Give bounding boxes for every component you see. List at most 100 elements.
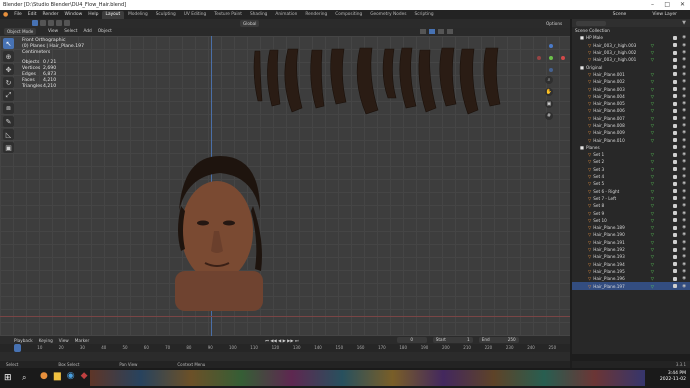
exclude-checkbox[interactable] [673, 254, 677, 259]
visibility-eye-icon[interactable]: ◉ [682, 174, 686, 179]
visibility-eye-icon[interactable]: ◉ [682, 276, 686, 281]
visibility-eye-icon[interactable]: ◉ [682, 196, 686, 201]
menu-add[interactable]: Add [83, 28, 91, 35]
exclude-checkbox[interactable] [673, 79, 677, 84]
outliner-object[interactable]: ▽ Set 5 ▽ ◉ [572, 180, 690, 187]
hair-cards-row[interactable] [250, 46, 520, 126]
menu-edit[interactable]: Edit [25, 12, 40, 17]
exclude-checkbox[interactable] [673, 181, 677, 186]
outliner-object[interactable]: ▽ Hair_Plane.196 ▽ ◉ [572, 275, 690, 282]
exclude-checkbox[interactable] [673, 167, 677, 172]
outliner-object[interactable]: ▽ Hair_003_r_high.003 ▽ ◉ [572, 42, 690, 49]
exclude-checkbox[interactable] [673, 269, 677, 274]
visibility-eye-icon[interactable]: ◉ [682, 72, 686, 77]
camera-icon[interactable]: ▣ [545, 100, 553, 108]
outliner-collection[interactable]: ■ Original ◉ [572, 63, 690, 70]
app-icon[interactable]: ◆ [81, 371, 88, 381]
taskbar-clock[interactable]: 3:44 PM 2022-11-02 [660, 371, 686, 383]
exclude-checkbox[interactable] [673, 116, 677, 121]
exclude-checkbox[interactable] [673, 130, 677, 135]
move-tool-icon[interactable]: ✥ [3, 64, 14, 75]
options-dropdown[interactable]: Options [546, 20, 562, 27]
outliner-object[interactable]: ▽ Hair_Plane.007 ▽ ◉ [572, 115, 690, 122]
exclude-checkbox[interactable] [673, 225, 677, 230]
outliner-scene-collection[interactable]: Scene Collection [572, 27, 690, 34]
3d-viewport[interactable]: ⌕ ✋ ▣ # [0, 36, 570, 336]
taskbar-search-icon[interactable]: ⌕ [22, 373, 26, 383]
rendered-shading-icon[interactable] [447, 29, 453, 34]
tab-geometry-nodes[interactable]: Geometry Nodes [366, 11, 410, 19]
outliner-object[interactable]: ▽ Hair_Plane.002 ▽ ◉ [572, 78, 690, 85]
exclude-checkbox[interactable] [673, 72, 677, 77]
transform-tool-icon[interactable]: ⧈ [3, 103, 14, 114]
outliner-object[interactable]: ▽ Hair_Plane.006 ▽ ◉ [572, 107, 690, 114]
exclude-checkbox[interactable] [673, 57, 677, 62]
outliner-object[interactable]: ▽ Set 6 - Right ▽ ◉ [572, 188, 690, 195]
exclude-checkbox[interactable] [673, 43, 677, 48]
outliner-object[interactable]: ▽ Hair_Plane.194 ▽ ◉ [572, 261, 690, 268]
outliner-object[interactable]: ▽ Hair_Plane.001 ▽ ◉ [572, 71, 690, 78]
gizmo-neg-x-icon[interactable] [537, 56, 541, 60]
visibility-eye-icon[interactable]: ◉ [682, 225, 686, 230]
menu-object[interactable]: Object [98, 28, 112, 35]
select-box-tool-icon[interactable]: ↖ [3, 38, 14, 49]
visibility-eye-icon[interactable]: ◉ [682, 145, 686, 150]
visibility-eye-icon[interactable]: ◉ [682, 181, 686, 186]
outliner-object[interactable]: ▽ Hair_Plane.005 ▽ ◉ [572, 100, 690, 107]
exclude-checkbox[interactable] [673, 232, 677, 237]
exclude-checkbox[interactable] [673, 276, 677, 281]
current-frame-field[interactable]: 0 [396, 337, 427, 343]
outliner-object[interactable]: ▽ Hair_Plane.195 ▽ ◉ [572, 268, 690, 275]
outliner-object[interactable]: ▽ Hair_Plane.192 ▽ ◉ [572, 246, 690, 253]
close-icon[interactable]: ✕ [680, 1, 685, 8]
outliner-object[interactable]: ▽ Set 10 ▽ ◉ [572, 217, 690, 224]
exclude-checkbox[interactable] [673, 240, 677, 245]
visibility-eye-icon[interactable]: ◉ [682, 108, 686, 113]
select-invert-icon[interactable] [56, 20, 62, 26]
tab-layout[interactable]: Layout [101, 10, 125, 19]
file-explorer-icon[interactable]: ▆ [54, 371, 61, 381]
exclude-checkbox[interactable] [673, 138, 677, 143]
keying-menu[interactable]: Keying [39, 338, 53, 343]
gizmo-z-icon[interactable] [549, 44, 553, 48]
exclude-checkbox[interactable] [673, 65, 677, 70]
visibility-eye-icon[interactable]: ◉ [682, 43, 686, 48]
outliner-object[interactable]: ▽ Hair_Plane.197 ▽ ◉ [572, 282, 690, 290]
exclude-checkbox[interactable] [673, 262, 677, 267]
select-new-icon[interactable] [32, 20, 38, 26]
scale-tool-icon[interactable]: ⤢ [3, 90, 14, 101]
exclude-checkbox[interactable] [673, 203, 677, 208]
tab-shading[interactable]: Shading [246, 11, 271, 19]
outliner-object[interactable]: ▽ Hair_Plane.009 ▽ ◉ [572, 129, 690, 136]
visibility-eye-icon[interactable]: ◉ [682, 123, 686, 128]
exclude-checkbox[interactable] [673, 87, 677, 92]
menu-select[interactable]: Select [64, 28, 77, 35]
outliner-object[interactable]: ▽ Set 7 - Left ▽ ◉ [572, 195, 690, 202]
timeline-view-menu[interactable]: View [59, 338, 69, 343]
visibility-eye-icon[interactable]: ◉ [682, 57, 686, 62]
exclude-checkbox[interactable] [673, 152, 677, 157]
maximize-icon[interactable]: □ [664, 1, 670, 8]
outliner-object[interactable]: ▽ Hair_003_r_high.002 ▽ ◉ [572, 49, 690, 56]
exclude-checkbox[interactable] [673, 145, 677, 150]
exclude-checkbox[interactable] [673, 247, 677, 252]
measure-tool-icon[interactable]: ◺ [3, 129, 14, 140]
tab-rendering[interactable]: Rendering [301, 11, 331, 19]
gizmo-y-icon[interactable] [549, 56, 553, 60]
outliner-search-input[interactable] [576, 20, 606, 26]
tab-animation[interactable]: Animation [271, 11, 301, 19]
tab-compositing[interactable]: Compositing [331, 11, 366, 19]
visibility-eye-icon[interactable]: ◉ [682, 101, 686, 106]
menu-help[interactable]: Help [85, 12, 101, 17]
select-intersect-icon[interactable] [64, 20, 70, 26]
exclude-checkbox[interactable] [673, 159, 677, 164]
visibility-eye-icon[interactable]: ◉ [682, 203, 686, 208]
outliner-object[interactable]: ▽ Hair_Plane.190 ▽ ◉ [572, 231, 690, 238]
outliner-collection[interactable]: ■ HP Male ◉ [572, 34, 690, 41]
visibility-eye-icon[interactable]: ◉ [682, 130, 686, 135]
visibility-eye-icon[interactable]: ◉ [682, 50, 686, 55]
annotate-tool-icon[interactable]: ✎ [3, 116, 14, 127]
visibility-eye-icon[interactable]: ◉ [682, 65, 686, 70]
gizmo-neg-z-icon[interactable] [549, 68, 553, 72]
menu-window[interactable]: Window [62, 12, 86, 17]
